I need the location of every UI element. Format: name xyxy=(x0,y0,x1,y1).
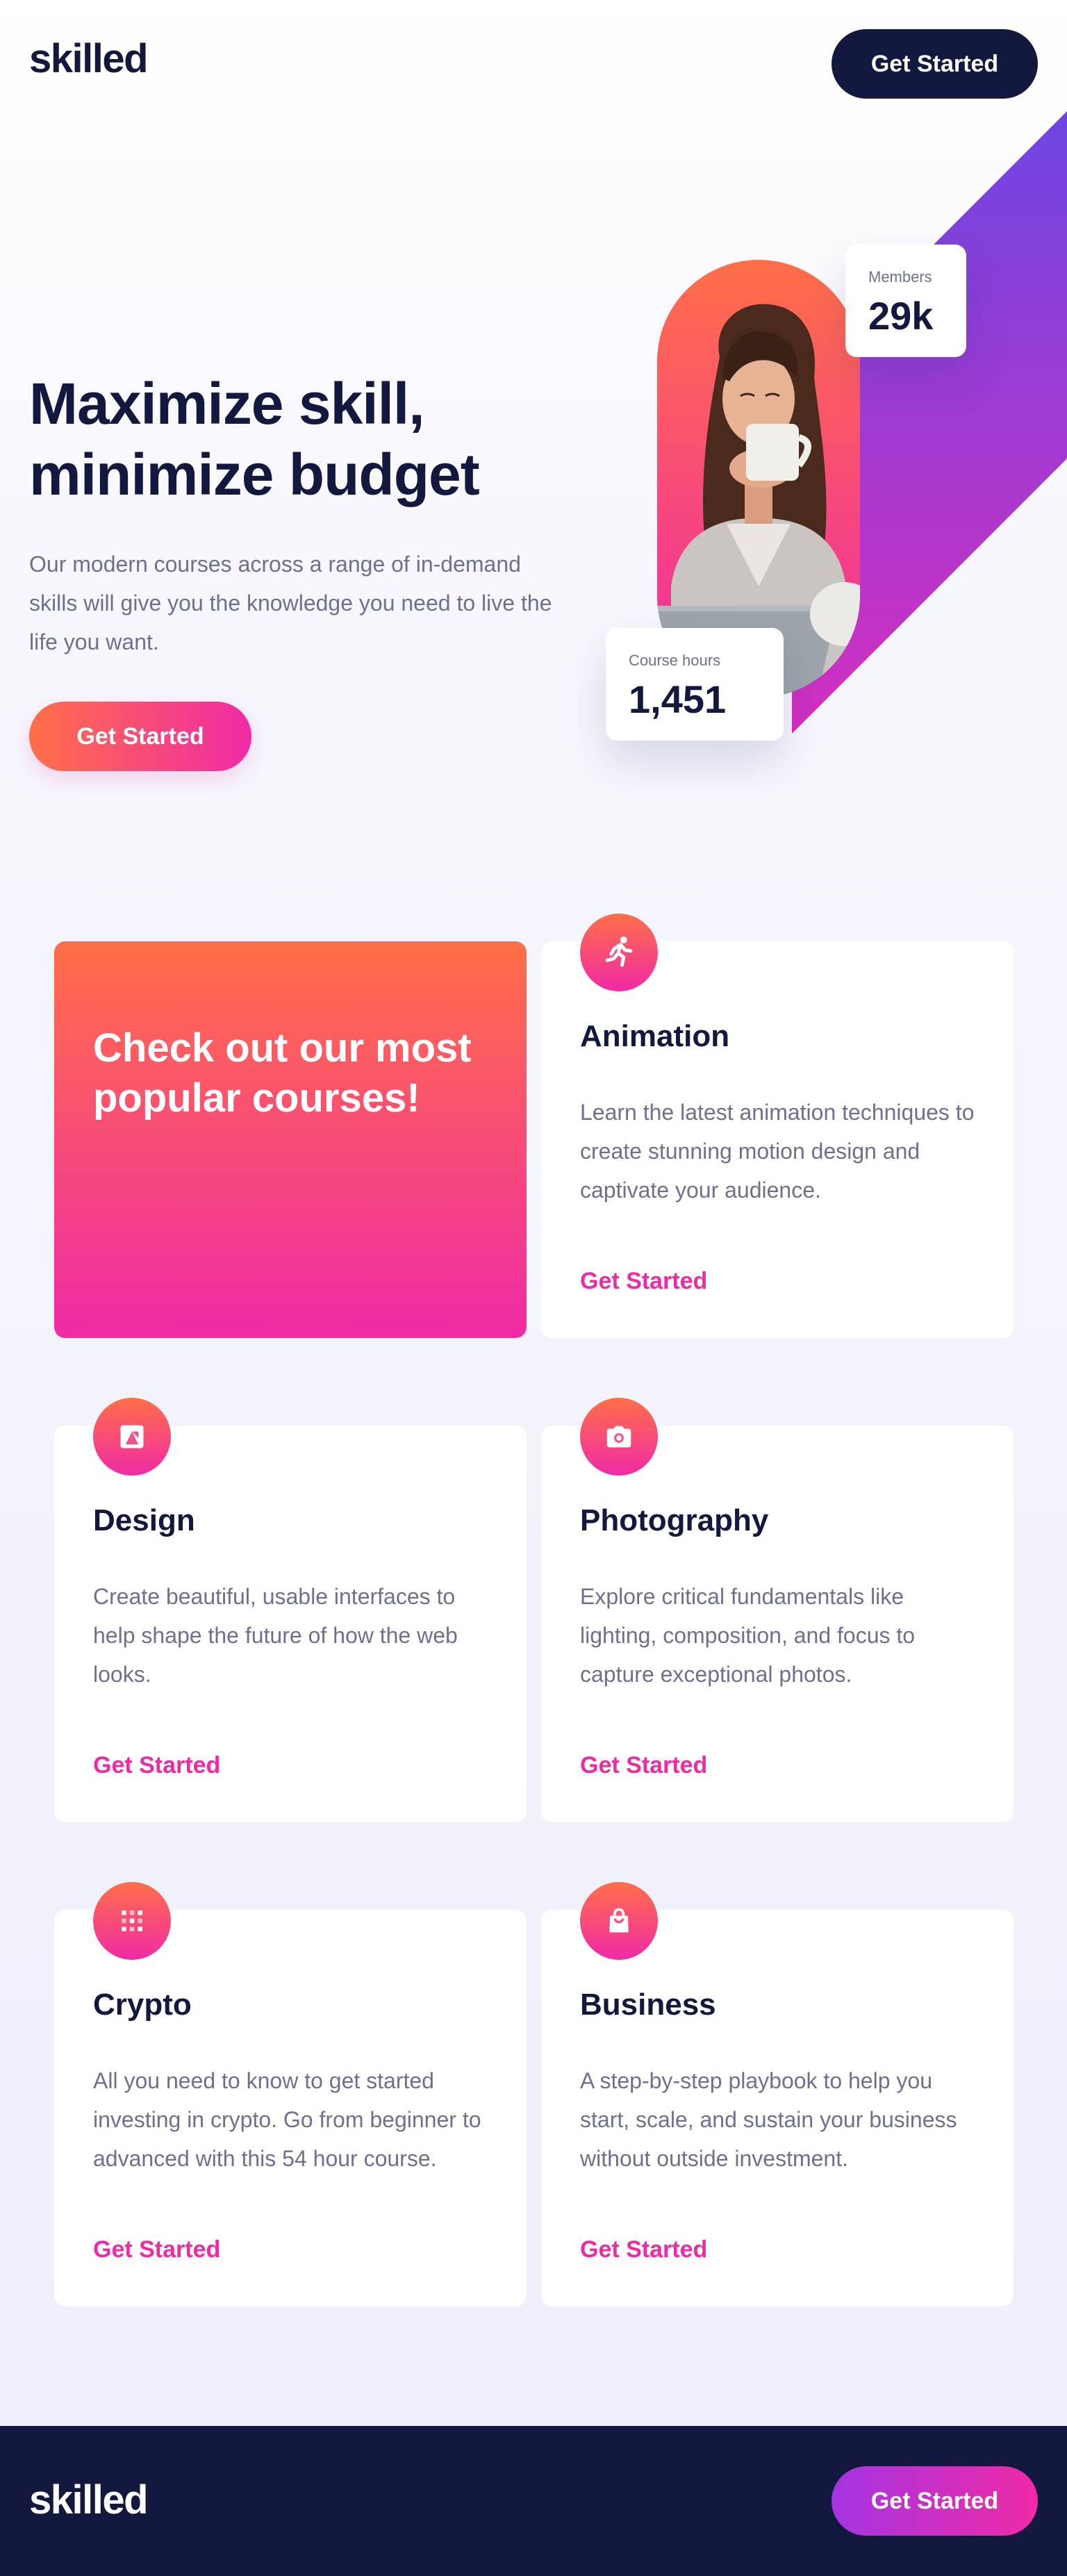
course-card-design: Design Create beautiful, usable interfac… xyxy=(54,1398,527,1822)
course-title: Crypto xyxy=(93,1988,192,2022)
shopping-bag-icon xyxy=(580,1882,658,1960)
course-description: A step-by-step playbook to help you star… xyxy=(580,2068,957,2171)
hero-illustration: Members 29k Course hours 1,451 xyxy=(597,111,1067,764)
site-footer: skilled Get Started xyxy=(0,2426,1067,2576)
design-icon xyxy=(93,1398,171,1476)
course-get-started-link[interactable]: Get Started xyxy=(93,1752,220,1779)
header-get-started-button[interactable]: Get Started xyxy=(832,29,1038,99)
course-hours-value: 1,451 xyxy=(629,677,727,721)
course-hours-label: Course hours xyxy=(629,652,721,669)
course-description: Explore critical fundamentals like light… xyxy=(580,1584,916,1687)
members-stat-card: Members 29k xyxy=(845,245,966,357)
crypto-icon xyxy=(93,1882,171,1960)
camera-icon xyxy=(580,1398,658,1476)
course-card-business: Business A step-by-step playbook to help… xyxy=(541,1882,1014,2306)
footer-get-started-button[interactable]: Get Started xyxy=(832,2466,1038,2536)
course-hours-stat-card: Course hours 1,451 xyxy=(606,628,784,741)
course-card-animation: Animation Learn the latest animation tec… xyxy=(541,914,1014,1338)
course-title: Business xyxy=(580,1988,716,2022)
logo[interactable]: skilled xyxy=(29,39,149,79)
running-figure-icon xyxy=(580,914,658,991)
course-description: Create beautiful, usable interfaces to h… xyxy=(93,1584,458,1687)
course-title: Design xyxy=(93,1503,195,1537)
site-header: skilled Get Started xyxy=(0,0,1067,128)
course-get-started-link[interactable]: Get Started xyxy=(580,1752,707,1779)
course-title: Animation xyxy=(580,1019,730,1053)
hero-title: Maximize skill, minimize budget xyxy=(29,371,480,507)
course-description: All you need to know to get started inve… xyxy=(93,2068,481,2171)
hero-get-started-button[interactable]: Get Started xyxy=(29,702,251,771)
footer-logo[interactable]: skilled xyxy=(29,2480,149,2520)
course-title: Photography xyxy=(580,1503,769,1537)
popular-courses-banner: Check out our most popular courses! xyxy=(54,941,527,1338)
members-value: 29k xyxy=(868,294,934,338)
course-description: Learn the latest animation techniques to… xyxy=(580,1100,975,1203)
course-get-started-link[interactable]: Get Started xyxy=(580,1268,707,1295)
course-card-crypto: Crypto All you need to know to get start… xyxy=(54,1882,527,2306)
course-get-started-link[interactable]: Get Started xyxy=(93,2236,220,2263)
members-label: Members xyxy=(868,268,932,286)
course-card-photography: Photography Explore critical fundamental… xyxy=(541,1398,1014,1822)
hero-description: Our modern courses across a range of in-… xyxy=(29,552,552,654)
popular-courses-title: Check out our most popular courses! xyxy=(93,1025,472,1121)
course-get-started-link[interactable]: Get Started xyxy=(580,2236,707,2263)
